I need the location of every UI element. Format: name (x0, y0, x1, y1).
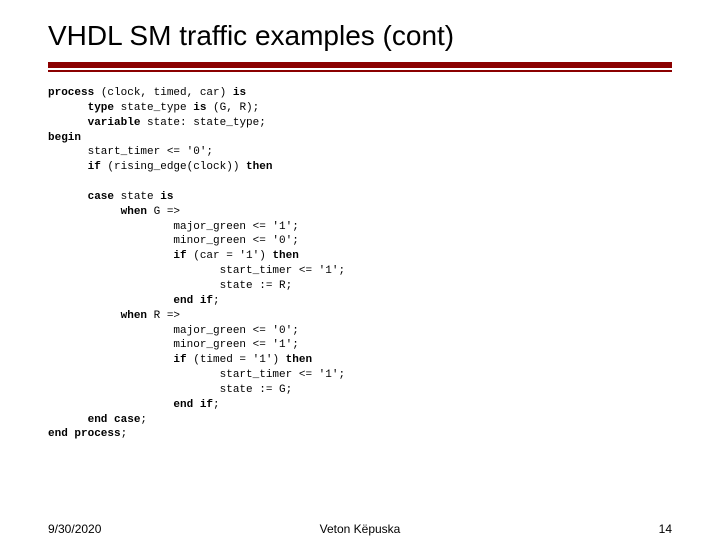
kw-is: is (233, 87, 246, 99)
code-text: ; (213, 295, 220, 307)
kw-is: is (160, 191, 173, 203)
page-title: VHDL SM traffic examples (cont) (48, 20, 672, 52)
kw-endif: end if (48, 399, 213, 411)
kw-variable: variable (48, 117, 140, 129)
code-text: minor_green <= '1'; (48, 339, 299, 351)
kw-then: then (286, 354, 312, 366)
kw-type: type (48, 102, 114, 114)
code-text: state := G; (48, 384, 292, 396)
code-block: process (clock, timed, car) is type stat… (48, 86, 672, 442)
code-text: major_green <= '0'; (48, 325, 299, 337)
slide: VHDL SM traffic examples (cont) process … (0, 0, 720, 540)
code-text: (timed = '1') (187, 354, 286, 366)
code-text: G => (147, 206, 180, 218)
kw-endif: end if (48, 295, 213, 307)
kw-if: if (48, 354, 187, 366)
code-text: start_timer <= '1'; (48, 369, 345, 381)
code-text: (car = '1') (187, 250, 273, 262)
code-text: ; (213, 399, 220, 411)
code-text: state: state_type; (140, 117, 265, 129)
rule-thick (48, 62, 672, 68)
kw-endprocess: end process (48, 428, 121, 440)
code-text: start_timer <= '1'; (48, 265, 345, 277)
code-text: (rising_edge(clock)) (101, 161, 246, 173)
kw-if: if (48, 161, 101, 173)
rule-thin (48, 70, 672, 72)
code-text: major_green <= '1'; (48, 221, 299, 233)
code-text: state_type (114, 102, 193, 114)
footer-page: 14 (659, 522, 672, 536)
code-text: R => (147, 310, 180, 322)
code-text: state := R; (48, 280, 292, 292)
code-text: (G, R); (206, 102, 259, 114)
kw-when: when (48, 206, 147, 218)
code-text: start_timer <= '0'; (48, 146, 213, 158)
kw-begin: begin (48, 132, 81, 144)
code-text: ; (121, 428, 128, 440)
code-text: minor_green <= '0'; (48, 235, 299, 247)
kw-then: then (272, 250, 298, 262)
footer-author: Veton Këpuska (0, 522, 720, 536)
kw-endcase: end case (48, 414, 140, 426)
title-rule (48, 62, 672, 72)
kw-is: is (193, 102, 206, 114)
kw-when: when (48, 310, 147, 322)
kw-case: case (48, 191, 114, 203)
code-text: (clock, timed, car) (94, 87, 233, 99)
code-text: state (114, 191, 160, 203)
kw-process: process (48, 87, 94, 99)
code-text: ; (140, 414, 147, 426)
kw-if: if (48, 250, 187, 262)
kw-then: then (246, 161, 272, 173)
